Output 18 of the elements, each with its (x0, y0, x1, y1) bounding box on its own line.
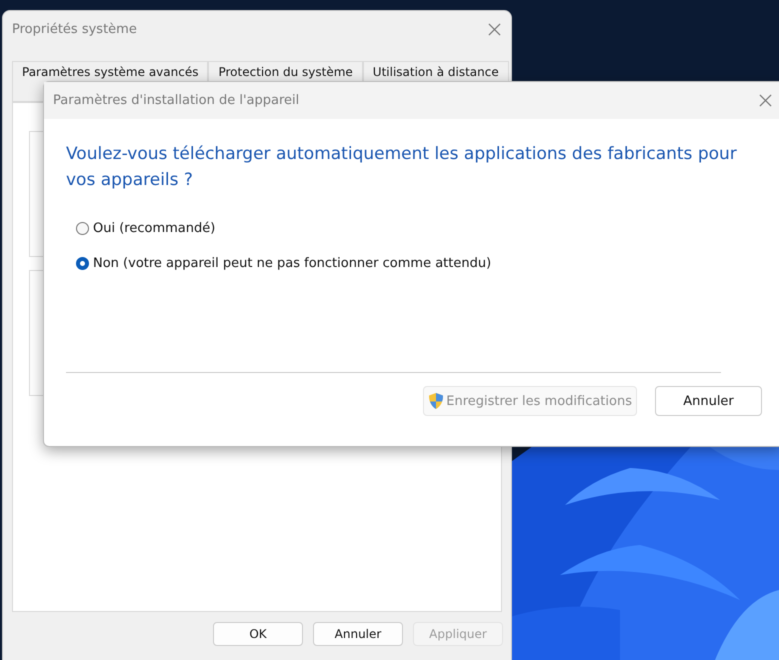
dialog-button[interactable]: OK (213, 622, 303, 646)
question-heading: Voulez-vous télécharger automatiquement les applications des fabricants pour vos appareils ? (66, 143, 738, 192)
window-title: Paramètres d'installation de l'appareil (53, 93, 300, 108)
cancel-button[interactable]: Annuler (655, 386, 762, 416)
dialog-button[interactable]: Annuler (313, 622, 403, 646)
close-icon[interactable] (488, 22, 501, 36)
radio-option[interactable]: Non (votre appareil peut ne pas fonctionner comme attendu) (76, 256, 724, 271)
close-icon[interactable] (759, 94, 772, 107)
shield-icon (428, 392, 444, 410)
option-label: Oui (recommandé) (93, 221, 216, 236)
window-title: Propriétés système (12, 22, 137, 36)
radio-button[interactable] (76, 257, 89, 270)
radio-button[interactable] (76, 222, 89, 235)
tab[interactable]: Utilisation à distance (362, 61, 509, 81)
radio-option[interactable]: Oui (recommandé) (76, 221, 724, 236)
tab[interactable]: Protection du système (208, 61, 363, 81)
tab[interactable]: Paramètres système avancés (12, 61, 208, 81)
option-label: Non (votre appareil peut ne pas fonctionner comme attendu) (93, 256, 492, 271)
